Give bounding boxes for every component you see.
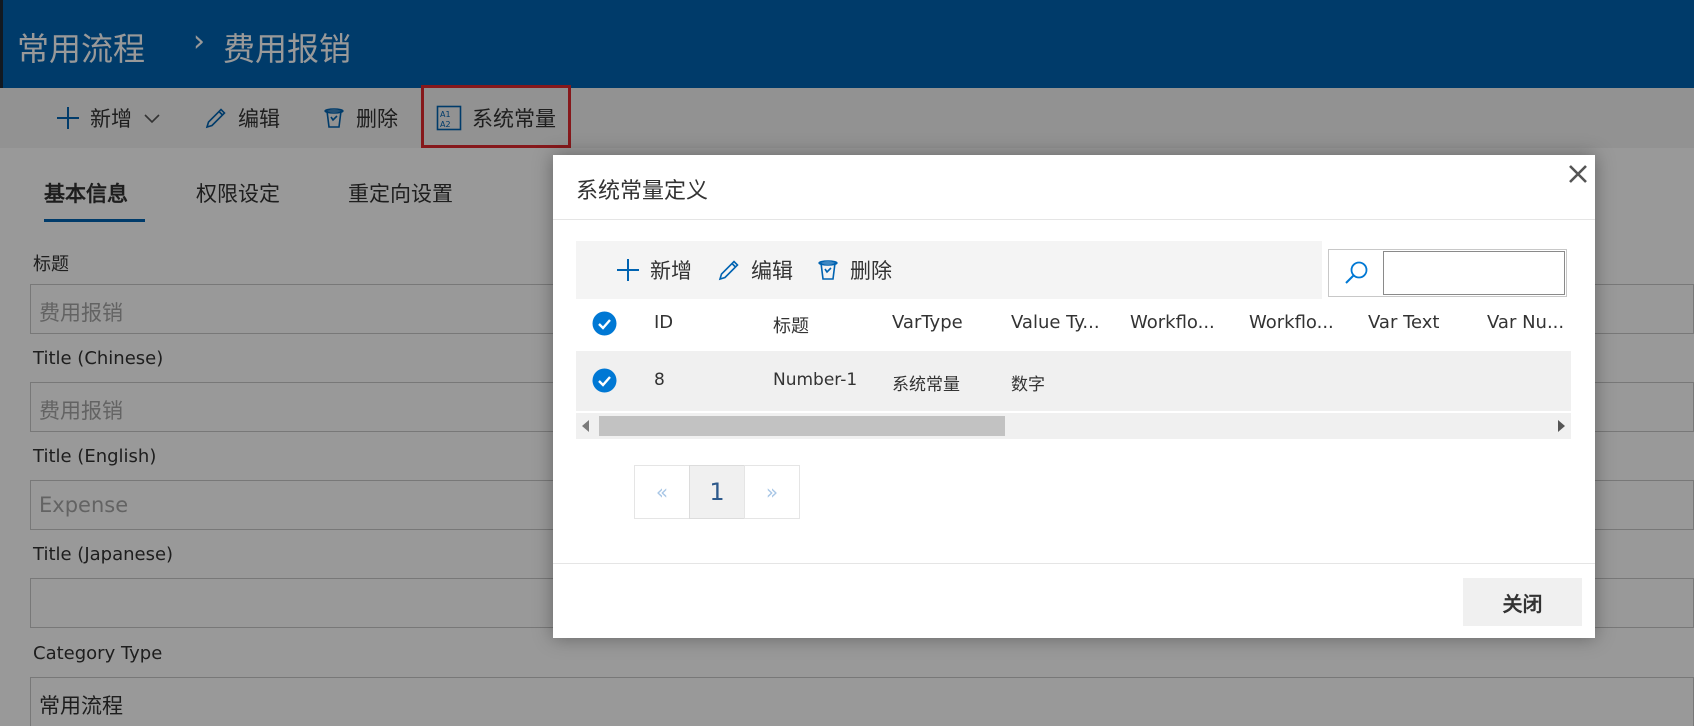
pencil-icon xyxy=(718,260,739,281)
pager-next-button[interactable]: » xyxy=(744,465,800,519)
cell-value-type: 数字 xyxy=(1011,375,1045,395)
table-row[interactable]: 8 Number-1 系统常量 数字 xyxy=(576,351,1571,411)
search-icon xyxy=(1345,261,1368,284)
dialog-edit-label: 编辑 xyxy=(751,259,793,283)
close-icon[interactable] xyxy=(1565,161,1591,187)
plus-icon xyxy=(617,259,639,281)
dialog-delete-button[interactable]: 删除 xyxy=(816,255,892,285)
search-input[interactable] xyxy=(1383,251,1565,295)
dialog-toolbar: 新增 编辑 删除 xyxy=(576,241,1322,299)
dialog-footer-divider xyxy=(553,563,1595,564)
scroll-right-arrow-icon[interactable] xyxy=(1558,420,1565,432)
column-header-value-type[interactable]: Value Ty... xyxy=(1011,312,1100,333)
column-header-vartype[interactable]: VarType xyxy=(892,312,963,333)
column-header-title[interactable]: 标题 xyxy=(773,312,809,338)
system-constants-dialog: 系统常量定义 新增 编辑 删除 ID 标题 VarType Value Ty..… xyxy=(553,155,1595,638)
dialog-header-divider xyxy=(553,219,1595,220)
column-header-var-text[interactable]: Var Text xyxy=(1368,312,1439,333)
horizontal-scrollbar[interactable] xyxy=(576,413,1571,439)
column-header-id[interactable]: ID xyxy=(654,312,673,333)
cell-vartype: 系统常量 xyxy=(892,375,960,395)
pager-page-1[interactable]: 1 xyxy=(689,465,745,519)
select-all-checkbox[interactable] xyxy=(592,311,617,336)
dialog-edit-button[interactable]: 编辑 xyxy=(717,255,793,285)
grid-header: ID 标题 VarType Value Ty... Workflo... Wor… xyxy=(576,299,1571,347)
column-header-var-number[interactable]: Var Nu... xyxy=(1487,312,1564,333)
dialog-add-label: 新增 xyxy=(650,259,692,283)
dialog-add-button[interactable]: 新增 xyxy=(616,255,692,285)
column-header-workflow-2[interactable]: Workflo... xyxy=(1249,312,1334,333)
row-checkbox[interactable] xyxy=(592,368,617,393)
search-button[interactable] xyxy=(1329,250,1383,296)
scrollbar-thumb[interactable] xyxy=(599,416,1005,436)
dialog-title: 系统常量定义 xyxy=(576,179,709,204)
pagination: « 1 » xyxy=(634,465,800,519)
search-box xyxy=(1328,249,1567,297)
column-header-workflow-1[interactable]: Workflo... xyxy=(1130,312,1215,333)
cell-title: Number-1 xyxy=(773,370,858,390)
scroll-left-arrow-icon[interactable] xyxy=(582,420,589,432)
recycle-bin-icon xyxy=(818,260,838,280)
cell-id: 8 xyxy=(654,370,665,390)
pager-prev-button[interactable]: « xyxy=(634,465,690,519)
close-button[interactable]: 关闭 xyxy=(1463,578,1582,626)
dialog-delete-label: 删除 xyxy=(850,259,892,283)
